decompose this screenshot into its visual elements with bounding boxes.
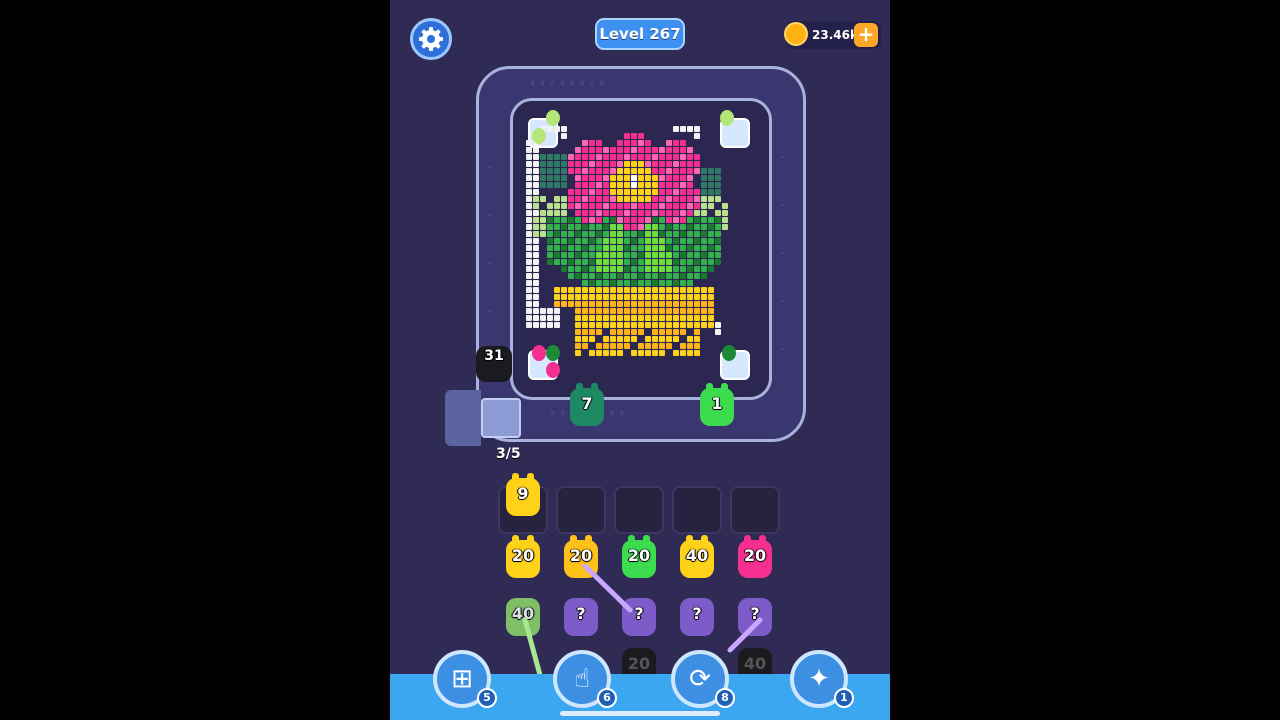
powerup-count: 6 (597, 688, 617, 708)
pig-links (522, 563, 763, 678)
link-line (522, 617, 543, 678)
add-slot-icon: ⊞ (451, 664, 473, 694)
hand-tap-icon: ☝ (574, 664, 590, 694)
game-screen: Level 267 23.46k + ‹ ‹ ‹ ‹ ‹ ‹ ‹ ‹ ˇˇˇˇ … (390, 0, 890, 720)
magic-pig-icon: ✦ (808, 664, 830, 694)
home-indicator (560, 711, 720, 716)
powerup-count: 1 (834, 688, 854, 708)
link-line (727, 617, 763, 653)
shuffle-icon: ⟳ (689, 664, 711, 694)
link-line (582, 563, 633, 613)
powerup-count: 8 (715, 688, 735, 708)
powerup-count: 5 (477, 688, 497, 708)
